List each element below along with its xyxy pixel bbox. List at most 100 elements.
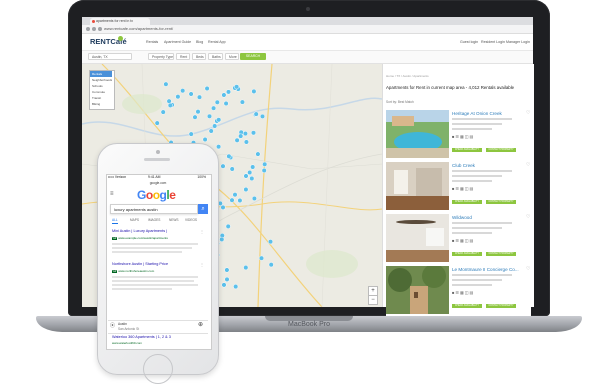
map-pin[interactable] bbox=[258, 255, 265, 261]
map-pin[interactable] bbox=[154, 120, 160, 126]
map-pin[interactable] bbox=[212, 123, 218, 129]
map-pin[interactable] bbox=[208, 128, 214, 134]
tab-maps[interactable]: MAPS bbox=[130, 217, 139, 223]
map-pin[interactable] bbox=[180, 88, 186, 94]
map-pin[interactable] bbox=[223, 100, 229, 107]
check-availability-button[interactable]: CHECK AVAILABILITY bbox=[452, 148, 482, 152]
phone-search-input[interactable]: luxury apartments austin bbox=[110, 204, 198, 214]
nav-manager-login[interactable]: Manager Login bbox=[506, 39, 530, 45]
map-pin[interactable] bbox=[225, 223, 231, 229]
map-pin[interactable] bbox=[250, 164, 256, 170]
heart-icon[interactable]: ♡ bbox=[526, 163, 531, 168]
result-title-3[interactable]: Waterloo 360 Apartments | 1, 2 & 3 bbox=[112, 335, 198, 340]
map-pin[interactable] bbox=[242, 131, 248, 137]
map-pin[interactable] bbox=[268, 262, 274, 268]
listing-photo[interactable] bbox=[386, 266, 449, 314]
tab-all[interactable]: ALL bbox=[112, 217, 118, 224]
nav-resident-login[interactable]: Resident Login bbox=[481, 39, 505, 45]
map-pin[interactable] bbox=[188, 131, 194, 137]
tab-videos[interactable]: VIDEOS bbox=[185, 217, 197, 223]
nav-guest-login[interactable]: Guest login bbox=[460, 39, 478, 45]
map-pin[interactable] bbox=[163, 81, 169, 87]
map-pin[interactable] bbox=[234, 137, 240, 143]
map-pin[interactable] bbox=[237, 197, 243, 204]
map-pin[interactable] bbox=[261, 167, 267, 174]
listing-name[interactable]: Wildwood bbox=[452, 214, 524, 221]
nav-blog[interactable]: Blog bbox=[196, 39, 203, 45]
heart-icon[interactable]: ♡ bbox=[526, 111, 531, 116]
map-pin[interactable] bbox=[204, 85, 210, 92]
filter-more[interactable]: More bbox=[225, 53, 239, 60]
map-pin[interactable] bbox=[243, 173, 249, 179]
layer-biking[interactable]: Biking bbox=[90, 101, 112, 107]
check-availability-button[interactable]: CHECK AVAILABILITY bbox=[452, 252, 482, 256]
map-pin[interactable] bbox=[253, 111, 259, 117]
map-pin[interactable] bbox=[166, 98, 172, 104]
map-pin[interactable] bbox=[216, 144, 222, 150]
map-pin[interactable] bbox=[250, 130, 257, 136]
map-pin[interactable] bbox=[220, 204, 226, 210]
map-pin[interactable] bbox=[243, 139, 249, 145]
tab-images[interactable]: IMAGES bbox=[148, 217, 160, 223]
map-pin[interactable] bbox=[216, 117, 222, 123]
result-title-1[interactable]: Mini Austin | Luxury Apartments | bbox=[112, 229, 198, 234]
map-pin[interactable] bbox=[243, 265, 249, 271]
listing-photo[interactable] bbox=[386, 214, 449, 262]
map-pin[interactable] bbox=[160, 109, 166, 115]
zoom-out-button[interactable]: − bbox=[368, 295, 378, 305]
map-pin[interactable] bbox=[175, 94, 181, 100]
back-icon[interactable] bbox=[86, 27, 90, 31]
map-pin[interactable] bbox=[239, 99, 245, 105]
contact-property-button[interactable]: CONTACT PROPERTY bbox=[486, 200, 516, 204]
map-pin[interactable] bbox=[224, 276, 230, 282]
listing-name[interactable]: Club Creek bbox=[452, 162, 524, 169]
map-pin[interactable] bbox=[232, 192, 238, 198]
filter-beds[interactable]: Beds bbox=[192, 53, 206, 60]
map-pin[interactable] bbox=[262, 161, 268, 167]
sort-select[interactable]: Sort by: Best Match bbox=[386, 99, 531, 105]
map-pin[interactable] bbox=[226, 153, 232, 159]
filter-property-type[interactable]: Property Type bbox=[148, 53, 174, 60]
phone-url-bar[interactable]: google.com bbox=[118, 181, 198, 186]
tab-news[interactable]: NEWS bbox=[169, 217, 179, 223]
gps-icon[interactable]: ⊕ bbox=[198, 322, 203, 329]
map-pin[interactable] bbox=[251, 195, 257, 202]
map-pin[interactable] bbox=[229, 166, 235, 172]
contact-property-button[interactable]: CONTACT PROPERTY bbox=[486, 148, 516, 152]
map-pin[interactable] bbox=[224, 267, 230, 273]
result-title-2[interactable]: Northshore Austin | Starting Price bbox=[112, 262, 198, 267]
browser-tab[interactable]: apartments for rent in tx bbox=[90, 18, 150, 25]
map-pin[interactable] bbox=[219, 236, 225, 242]
map-pin[interactable] bbox=[202, 136, 208, 143]
listing-photo[interactable] bbox=[386, 110, 449, 158]
home-button[interactable] bbox=[143, 354, 173, 384]
listing-name[interactable]: Le Montmaure II Concierge Co... bbox=[452, 266, 524, 273]
more-icon[interactable]: ⋮ bbox=[200, 262, 204, 268]
map-pin[interactable] bbox=[192, 114, 198, 120]
heart-icon[interactable]: ♡ bbox=[526, 267, 531, 272]
heart-icon[interactable]: ♡ bbox=[526, 215, 531, 220]
map-pin[interactable] bbox=[249, 175, 255, 182]
listing-photo[interactable] bbox=[386, 162, 449, 210]
filter-rent[interactable]: Rent bbox=[176, 53, 190, 60]
url-input[interactable]: www.rentcafe.com/apartments-for-rent/ bbox=[104, 26, 254, 32]
contact-property-button[interactable]: CONTACT PROPERTY bbox=[486, 304, 516, 308]
nav-apartment-guide[interactable]: Apartment Guide bbox=[164, 39, 191, 45]
map-pin[interactable] bbox=[206, 113, 213, 119]
map-pin[interactable] bbox=[267, 239, 274, 245]
search-icon[interactable]: ⌕ bbox=[198, 204, 208, 214]
forward-icon[interactable] bbox=[92, 27, 96, 31]
listing-name[interactable]: Heritage At Onion Creek bbox=[452, 110, 524, 117]
map-pin[interactable] bbox=[188, 91, 194, 97]
map-pin[interactable] bbox=[243, 186, 249, 193]
check-availability-button[interactable]: CHECK AVAILABILITY bbox=[452, 200, 482, 204]
contact-property-button[interactable]: CONTACT PROPERTY bbox=[486, 252, 516, 256]
map-pin[interactable] bbox=[233, 284, 239, 290]
check-availability-button[interactable]: CHECK AVAILABILITY bbox=[452, 304, 482, 308]
map-pin[interactable] bbox=[229, 197, 235, 203]
map-pin[interactable] bbox=[225, 89, 232, 95]
map-pin[interactable] bbox=[259, 113, 266, 119]
map-pin[interactable] bbox=[211, 105, 217, 111]
map-pin[interactable] bbox=[220, 163, 226, 169]
map-pin[interactable] bbox=[251, 88, 257, 94]
